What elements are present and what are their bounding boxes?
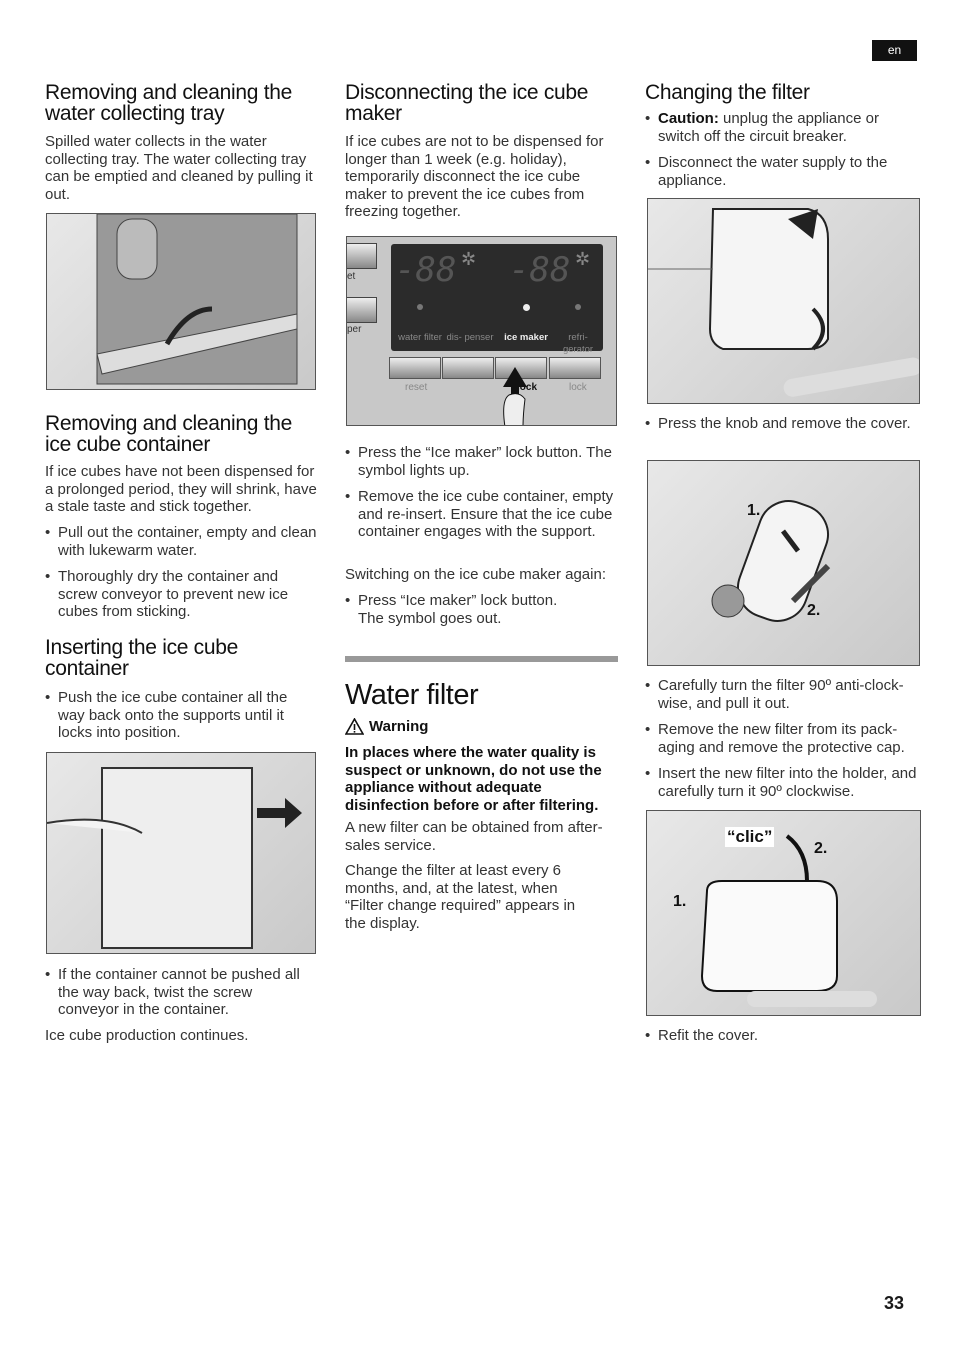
list-item: If the container cannot be pushed all th… [45, 966, 317, 1019]
filter-cover-illustration [647, 198, 920, 404]
list-item-caution: Caution: unplug the appliance or switch … [645, 110, 920, 145]
text-change-filter: Change the filter at least every 6 month… [345, 862, 576, 932]
list-item: Insert the new filter into the holder, a… [645, 765, 920, 800]
filter-remove-illustration: 1. 2. [647, 460, 920, 666]
indicator-dot [417, 304, 423, 310]
list-item: Press the knob and remove the cover. [645, 415, 920, 433]
finger-press-icon [503, 367, 527, 425]
heading-ice-container: Removing and cleaning the ice cube conta… [45, 412, 293, 456]
text-new-filter: A new filter can be obtained from after-… [345, 819, 603, 854]
indicator-dot [575, 304, 581, 310]
warning-icon [345, 718, 364, 735]
heading-inserting: Inserting the ice cube container [45, 636, 239, 680]
text-production-continues: Ice cube production continues. [45, 1027, 249, 1044]
list-item: Press “Ice maker” lock button. The symbo… [345, 592, 585, 627]
heading-disconnect-ice-maker: Disconnecting the ice cube maker [345, 81, 589, 125]
warning-label: Warning [369, 718, 429, 735]
filter-refit-illustration: “clic” 2. 1. [646, 810, 921, 1016]
list-item: Remove the new filter from its pack-agin… [645, 721, 920, 756]
list-item: Pull out the container, empty and clean … [45, 524, 317, 559]
water-tray-illustration [46, 213, 316, 390]
ice-container-illustration [46, 752, 316, 954]
text-disconnect: If ice cubes are not to be dispensed for… [345, 133, 604, 220]
text-water-tray: Spilled water collects in the water coll… [45, 133, 313, 203]
list-item: Disconnect the water supply to the appli… [645, 154, 920, 189]
list-item: Thoroughly dry the container and screw c… [45, 568, 317, 621]
list-item: Push the ice cube container all the way … [45, 689, 317, 742]
page-number: 33 [884, 1293, 905, 1313]
list-item: Remove the ice cube container, empty and… [345, 488, 617, 541]
language-badge: en [872, 40, 917, 61]
indicator-dot-lit [523, 304, 530, 311]
control-panel-illustration: et per -88 ✲ -88 ✲ water filter dis- pen… [346, 236, 617, 426]
list-item: Refit the cover. [645, 1027, 920, 1045]
heading-water-tray: Removing and cleaning the water collecti… [45, 81, 293, 125]
warning-text: In places where the water quality is sus… [345, 744, 602, 814]
text-switching-on: Switching on the ice cube maker again: [345, 566, 606, 583]
snowflake-icon: ✲ [575, 249, 591, 269]
list-item: Press the “Ice maker” lock button. The s… [345, 444, 617, 479]
section-divider [345, 656, 618, 662]
section-title-water-filter: Water filter [345, 679, 479, 711]
text-ice-container: If ice cubes have not been dispensed for… [45, 463, 317, 515]
snowflake-icon: ✲ [461, 249, 477, 269]
list-item: Carefully turn the filter 90º anti-clock… [645, 677, 920, 712]
heading-changing-filter: Changing the filter [645, 81, 810, 104]
lcd-display: -88 ✲ -88 ✲ water filter dis- penser ice… [391, 244, 603, 355]
list-ice-container: Pull out the container, empty and clean … [45, 524, 317, 630]
